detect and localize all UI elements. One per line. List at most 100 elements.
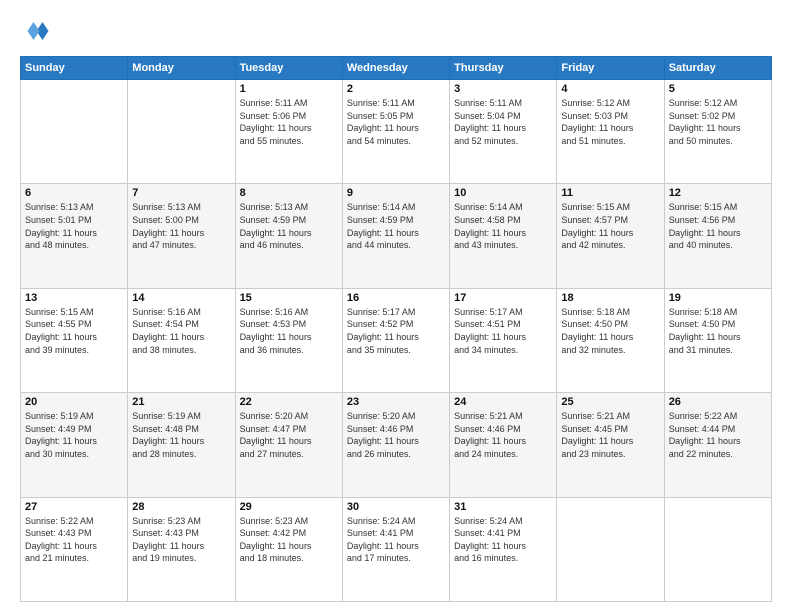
day-cell: 12Sunrise: 5:15 AM Sunset: 4:56 PM Dayli… — [664, 184, 771, 288]
day-number: 17 — [454, 292, 552, 304]
week-row-5: 27Sunrise: 5:22 AM Sunset: 4:43 PM Dayli… — [21, 497, 772, 601]
day-cell: 15Sunrise: 5:16 AM Sunset: 4:53 PM Dayli… — [235, 288, 342, 392]
day-number: 8 — [240, 187, 338, 199]
day-info: Sunrise: 5:20 AM Sunset: 4:46 PM Dayligh… — [347, 410, 445, 460]
day-number: 29 — [240, 501, 338, 513]
day-cell: 25Sunrise: 5:21 AM Sunset: 4:45 PM Dayli… — [557, 393, 664, 497]
calendar-table: SundayMondayTuesdayWednesdayThursdayFrid… — [20, 56, 772, 602]
day-number: 24 — [454, 396, 552, 408]
day-cell: 7 Sunrise: 5:13 AM Sunset: 5:00 PM Daylig… — [128, 184, 235, 288]
day-info: Sunrise: 5:15 AM Sunset: 4:57 PM Dayligh… — [561, 201, 659, 251]
day-cell: 27Sunrise: 5:22 AM Sunset: 4:43 PM Dayli… — [21, 497, 128, 601]
day-info: Sunrise: 5:24 AM Sunset: 4:41 PM Dayligh… — [347, 515, 445, 565]
day-cell — [128, 80, 235, 184]
weekday-header-sunday: Sunday — [21, 57, 128, 80]
day-cell: 18Sunrise: 5:18 AM Sunset: 4:50 PM Dayli… — [557, 288, 664, 392]
day-cell — [664, 497, 771, 601]
day-info: Sunrise: 5:21 AM Sunset: 4:46 PM Dayligh… — [454, 410, 552, 460]
day-info: Sunrise: 5:19 AM Sunset: 4:48 PM Dayligh… — [132, 410, 230, 460]
day-cell: 17 Sunrise: 5:17 AM Sunset: 4:51 PM Dayli… — [450, 288, 557, 392]
day-number: 6 — [25, 187, 123, 199]
day-number: 10 — [454, 187, 552, 199]
day-number: 3 — [454, 83, 552, 95]
day-number: 5 — [669, 83, 767, 95]
day-info: Sunrise: 5:23 AM Sunset: 4:42 PM Dayligh… — [240, 515, 338, 565]
day-number: 1 — [240, 83, 338, 95]
day-info: Sunrise: 5:15 AM Sunset: 4:56 PM Dayligh… — [669, 201, 767, 251]
day-number: 30 — [347, 501, 445, 513]
day-cell: 8 Sunrise: 5:13 AM Sunset: 4:59 PM Daylig… — [235, 184, 342, 288]
day-number: 7 — [132, 187, 230, 199]
week-row-3: 13Sunrise: 5:15 AM Sunset: 4:55 PM Dayli… — [21, 288, 772, 392]
day-number: 13 — [25, 292, 123, 304]
week-row-2: 6 Sunrise: 5:13 AM Sunset: 5:01 PM Daylig… — [21, 184, 772, 288]
day-cell: 13Sunrise: 5:15 AM Sunset: 4:55 PM Dayli… — [21, 288, 128, 392]
weekday-header-row: SundayMondayTuesdayWednesdayThursdayFrid… — [21, 57, 772, 80]
day-info: Sunrise: 5:11 AM Sunset: 5:05 PM Dayligh… — [347, 97, 445, 147]
day-cell: 14 Sunrise: 5:16 AM Sunset: 4:54 PM Dayli… — [128, 288, 235, 392]
day-cell: 30 Sunrise: 5:24 AM Sunset: 4:41 PM Dayli… — [342, 497, 449, 601]
day-info: Sunrise: 5:16 AM Sunset: 4:54 PM Dayligh… — [132, 306, 230, 356]
weekday-header-tuesday: Tuesday — [235, 57, 342, 80]
logo-icon — [20, 16, 50, 46]
week-row-1: 1 Sunrise: 5:11 AM Sunset: 5:06 PM Daylig… — [21, 80, 772, 184]
day-cell — [557, 497, 664, 601]
day-cell: 31Sunrise: 5:24 AM Sunset: 4:41 PM Dayli… — [450, 497, 557, 601]
day-cell: 1 Sunrise: 5:11 AM Sunset: 5:06 PM Daylig… — [235, 80, 342, 184]
day-cell: 22Sunrise: 5:20 AM Sunset: 4:47 PM Dayli… — [235, 393, 342, 497]
day-cell: 9 Sunrise: 5:14 AM Sunset: 4:59 PM Daylig… — [342, 184, 449, 288]
day-cell: 28 Sunrise: 5:23 AM Sunset: 4:43 PM Dayli… — [128, 497, 235, 601]
day-cell: 6 Sunrise: 5:13 AM Sunset: 5:01 PM Daylig… — [21, 184, 128, 288]
day-info: Sunrise: 5:14 AM Sunset: 4:59 PM Dayligh… — [347, 201, 445, 251]
day-cell: 29 Sunrise: 5:23 AM Sunset: 4:42 PM Dayli… — [235, 497, 342, 601]
day-number: 2 — [347, 83, 445, 95]
day-info: Sunrise: 5:23 AM Sunset: 4:43 PM Dayligh… — [132, 515, 230, 565]
day-number: 27 — [25, 501, 123, 513]
day-info: Sunrise: 5:17 AM Sunset: 4:51 PM Dayligh… — [454, 306, 552, 356]
header — [20, 16, 772, 46]
day-number: 16 — [347, 292, 445, 304]
weekday-header-saturday: Saturday — [664, 57, 771, 80]
day-cell: 5 Sunrise: 5:12 AM Sunset: 5:02 PM Daylig… — [664, 80, 771, 184]
day-cell: 26Sunrise: 5:22 AM Sunset: 4:44 PM Dayli… — [664, 393, 771, 497]
day-number: 14 — [132, 292, 230, 304]
day-info: Sunrise: 5:11 AM Sunset: 5:04 PM Dayligh… — [454, 97, 552, 147]
day-info: Sunrise: 5:14 AM Sunset: 4:58 PM Dayligh… — [454, 201, 552, 251]
day-number: 25 — [561, 396, 659, 408]
day-number: 28 — [132, 501, 230, 513]
day-number: 11 — [561, 187, 659, 199]
day-number: 21 — [132, 396, 230, 408]
day-cell: 4Sunrise: 5:12 AM Sunset: 5:03 PM Daylig… — [557, 80, 664, 184]
day-cell: 16Sunrise: 5:17 AM Sunset: 4:52 PM Dayli… — [342, 288, 449, 392]
day-cell: 11 Sunrise: 5:15 AM Sunset: 4:57 PM Dayli… — [557, 184, 664, 288]
day-cell — [21, 80, 128, 184]
day-number: 9 — [347, 187, 445, 199]
day-cell: 23 Sunrise: 5:20 AM Sunset: 4:46 PM Dayli… — [342, 393, 449, 497]
day-info: Sunrise: 5:12 AM Sunset: 5:03 PM Dayligh… — [561, 97, 659, 147]
weekday-header-friday: Friday — [557, 57, 664, 80]
day-number: 31 — [454, 501, 552, 513]
day-info: Sunrise: 5:12 AM Sunset: 5:02 PM Dayligh… — [669, 97, 767, 147]
weekday-header-wednesday: Wednesday — [342, 57, 449, 80]
day-info: Sunrise: 5:11 AM Sunset: 5:06 PM Dayligh… — [240, 97, 338, 147]
weekday-header-monday: Monday — [128, 57, 235, 80]
day-cell: 24 Sunrise: 5:21 AM Sunset: 4:46 PM Dayli… — [450, 393, 557, 497]
day-info: Sunrise: 5:16 AM Sunset: 4:53 PM Dayligh… — [240, 306, 338, 356]
week-row-4: 20 Sunrise: 5:19 AM Sunset: 4:49 PM Dayli… — [21, 393, 772, 497]
logo — [20, 16, 56, 46]
day-number: 18 — [561, 292, 659, 304]
day-info: Sunrise: 5:22 AM Sunset: 4:44 PM Dayligh… — [669, 410, 767, 460]
day-number: 23 — [347, 396, 445, 408]
day-cell: 10 Sunrise: 5:14 AM Sunset: 4:58 PM Dayli… — [450, 184, 557, 288]
day-cell: 21 Sunrise: 5:19 AM Sunset: 4:48 PM Dayli… — [128, 393, 235, 497]
day-number: 19 — [669, 292, 767, 304]
day-info: Sunrise: 5:13 AM Sunset: 5:01 PM Dayligh… — [25, 201, 123, 251]
day-info: Sunrise: 5:19 AM Sunset: 4:49 PM Dayligh… — [25, 410, 123, 460]
day-info: Sunrise: 5:13 AM Sunset: 5:00 PM Dayligh… — [132, 201, 230, 251]
day-cell: 19 Sunrise: 5:18 AM Sunset: 4:50 PM Dayli… — [664, 288, 771, 392]
day-number: 20 — [25, 396, 123, 408]
day-cell: 2 Sunrise: 5:11 AM Sunset: 5:05 PM Daylig… — [342, 80, 449, 184]
day-cell: 3 Sunrise: 5:11 AM Sunset: 5:04 PM Daylig… — [450, 80, 557, 184]
day-info: Sunrise: 5:18 AM Sunset: 4:50 PM Dayligh… — [669, 306, 767, 356]
day-info: Sunrise: 5:13 AM Sunset: 4:59 PM Dayligh… — [240, 201, 338, 251]
